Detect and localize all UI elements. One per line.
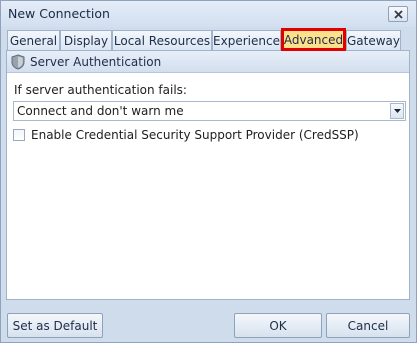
tab-gateway[interactable]: Gateway: [346, 30, 401, 50]
tab-general[interactable]: General: [7, 30, 60, 50]
credssp-checkbox[interactable]: [13, 129, 25, 141]
close-icon: [393, 9, 403, 19]
dropdown-button[interactable]: [390, 103, 404, 119]
button-bar: Set as Default OK Cancel: [1, 301, 416, 342]
tab-label: Experience: [213, 33, 280, 48]
tab-experience[interactable]: Experience: [212, 30, 281, 50]
tab-label: Advanced: [283, 32, 344, 47]
tab-label: Gateway: [347, 33, 401, 48]
button-label: Set as Default: [12, 318, 98, 333]
dialog-window: New Connection General Display Local Res…: [0, 0, 417, 343]
group-title: Server Authentication: [30, 55, 162, 69]
tab-strip: General Display Local Resources Experien…: [7, 28, 407, 51]
title-bar[interactable]: New Connection: [1, 1, 416, 27]
chevron-down-icon: [393, 109, 401, 113]
tab-advanced[interactable]: Advanced: [281, 28, 346, 51]
button-label: Cancel: [347, 318, 389, 333]
shield-icon: [11, 54, 25, 73]
auth-fail-value: Connect and don't warn me: [17, 104, 184, 118]
set-as-default-button[interactable]: Set as Default: [7, 313, 103, 338]
advanced-panel: Server Authentication If server authenti…: [6, 50, 410, 300]
ok-button[interactable]: OK: [234, 313, 322, 338]
cancel-button[interactable]: Cancel: [326, 313, 410, 338]
tab-display[interactable]: Display: [60, 30, 112, 50]
auth-fail-dropdown[interactable]: Connect and don't warn me: [13, 101, 406, 121]
window-title: New Connection: [8, 6, 110, 21]
button-label: OK: [269, 318, 287, 333]
tab-label: General: [9, 33, 58, 48]
auth-fail-label: If server authentication fails:: [14, 83, 187, 97]
close-button[interactable]: [388, 6, 408, 22]
credssp-option[interactable]: Enable Credential Security Support Provi…: [13, 127, 359, 143]
tab-label: Local Resources: [113, 33, 211, 48]
server-auth-header: Server Authentication: [7, 51, 409, 73]
credssp-label: Enable Credential Security Support Provi…: [31, 128, 359, 142]
tab-local-resources[interactable]: Local Resources: [112, 30, 212, 50]
tab-label: Display: [63, 33, 109, 48]
